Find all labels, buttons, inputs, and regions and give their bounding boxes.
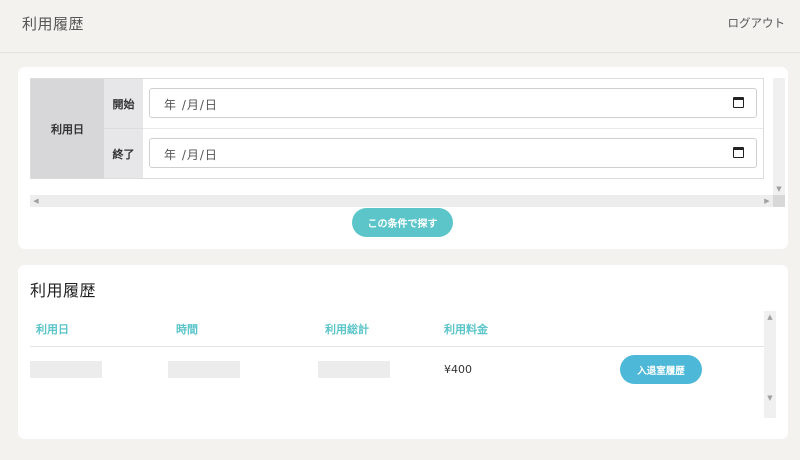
filter-vertical-scrollbar[interactable]: ▼ — [773, 78, 785, 195]
filter-card: 利用日 開始 終了 年 /月/日 年 /月/日 ▼ ◀ ▶ この条件で探す — [18, 67, 788, 249]
column-header-date: 利用日 — [36, 323, 69, 336]
end-date-value: 年 /月/日 — [164, 148, 218, 162]
calendar-icon[interactable] — [733, 147, 744, 158]
logout-link[interactable]: ログアウト — [728, 15, 786, 31]
start-label: 開始 — [104, 79, 143, 129]
entry-exit-history-button[interactable]: 入退室履歴 — [620, 355, 702, 384]
fee-cell: ¥400 — [444, 363, 472, 376]
row-divider — [143, 128, 763, 129]
scroll-up-arrow-icon[interactable]: ▲ — [764, 311, 776, 323]
usage-date-header: 利用日 — [31, 79, 104, 178]
column-header-total: 利用総計 — [325, 323, 369, 336]
page-title: 利用履歴 — [22, 15, 85, 33]
end-date-input[interactable]: 年 /月/日 — [149, 138, 757, 168]
scroll-down-arrow-icon[interactable]: ▼ — [764, 392, 776, 404]
end-label: 終了 — [104, 129, 143, 178]
history-table-scroll-area: 利用日 時間 利用総計 利用料金 ¥400 入退室履歴 ▲ ▼ ◀ ▶ — [30, 311, 776, 418]
scroll-right-arrow-icon[interactable]: ▶ — [761, 195, 773, 207]
app-header: 利用履歴 ログアウト — [0, 0, 800, 53]
column-header-fee: 利用料金 — [444, 323, 488, 336]
history-card: 利用履歴 利用日 時間 利用総計 利用料金 ¥400 入退室履歴 ▲ ▼ ◀ ▶ — [18, 265, 788, 439]
filter-horizontal-scrollbar[interactable]: ◀ ▶ — [30, 195, 785, 207]
scrollbar-corner — [773, 195, 785, 207]
date-cell-placeholder — [30, 361, 102, 378]
time-cell-placeholder — [168, 361, 240, 378]
history-section-title: 利用履歴 — [30, 281, 97, 300]
filter-table: 利用日 開始 終了 年 /月/日 年 /月/日 — [30, 78, 764, 179]
total-cell-placeholder — [318, 361, 390, 378]
history-vertical-scrollbar[interactable]: ▲ ▼ — [764, 311, 776, 418]
start-date-value: 年 /月/日 — [164, 98, 218, 112]
calendar-icon[interactable] — [733, 97, 744, 108]
header-divider — [30, 346, 764, 347]
scroll-left-arrow-icon[interactable]: ◀ — [30, 195, 42, 207]
filter-table-scroll-area: 利用日 開始 終了 年 /月/日 年 /月/日 ▼ ◀ ▶ — [30, 78, 785, 208]
search-button[interactable]: この条件で探す — [352, 208, 453, 237]
scroll-down-arrow-icon[interactable]: ▼ — [773, 183, 785, 195]
start-date-input[interactable]: 年 /月/日 — [149, 88, 757, 118]
column-header-time: 時間 — [176, 323, 198, 336]
